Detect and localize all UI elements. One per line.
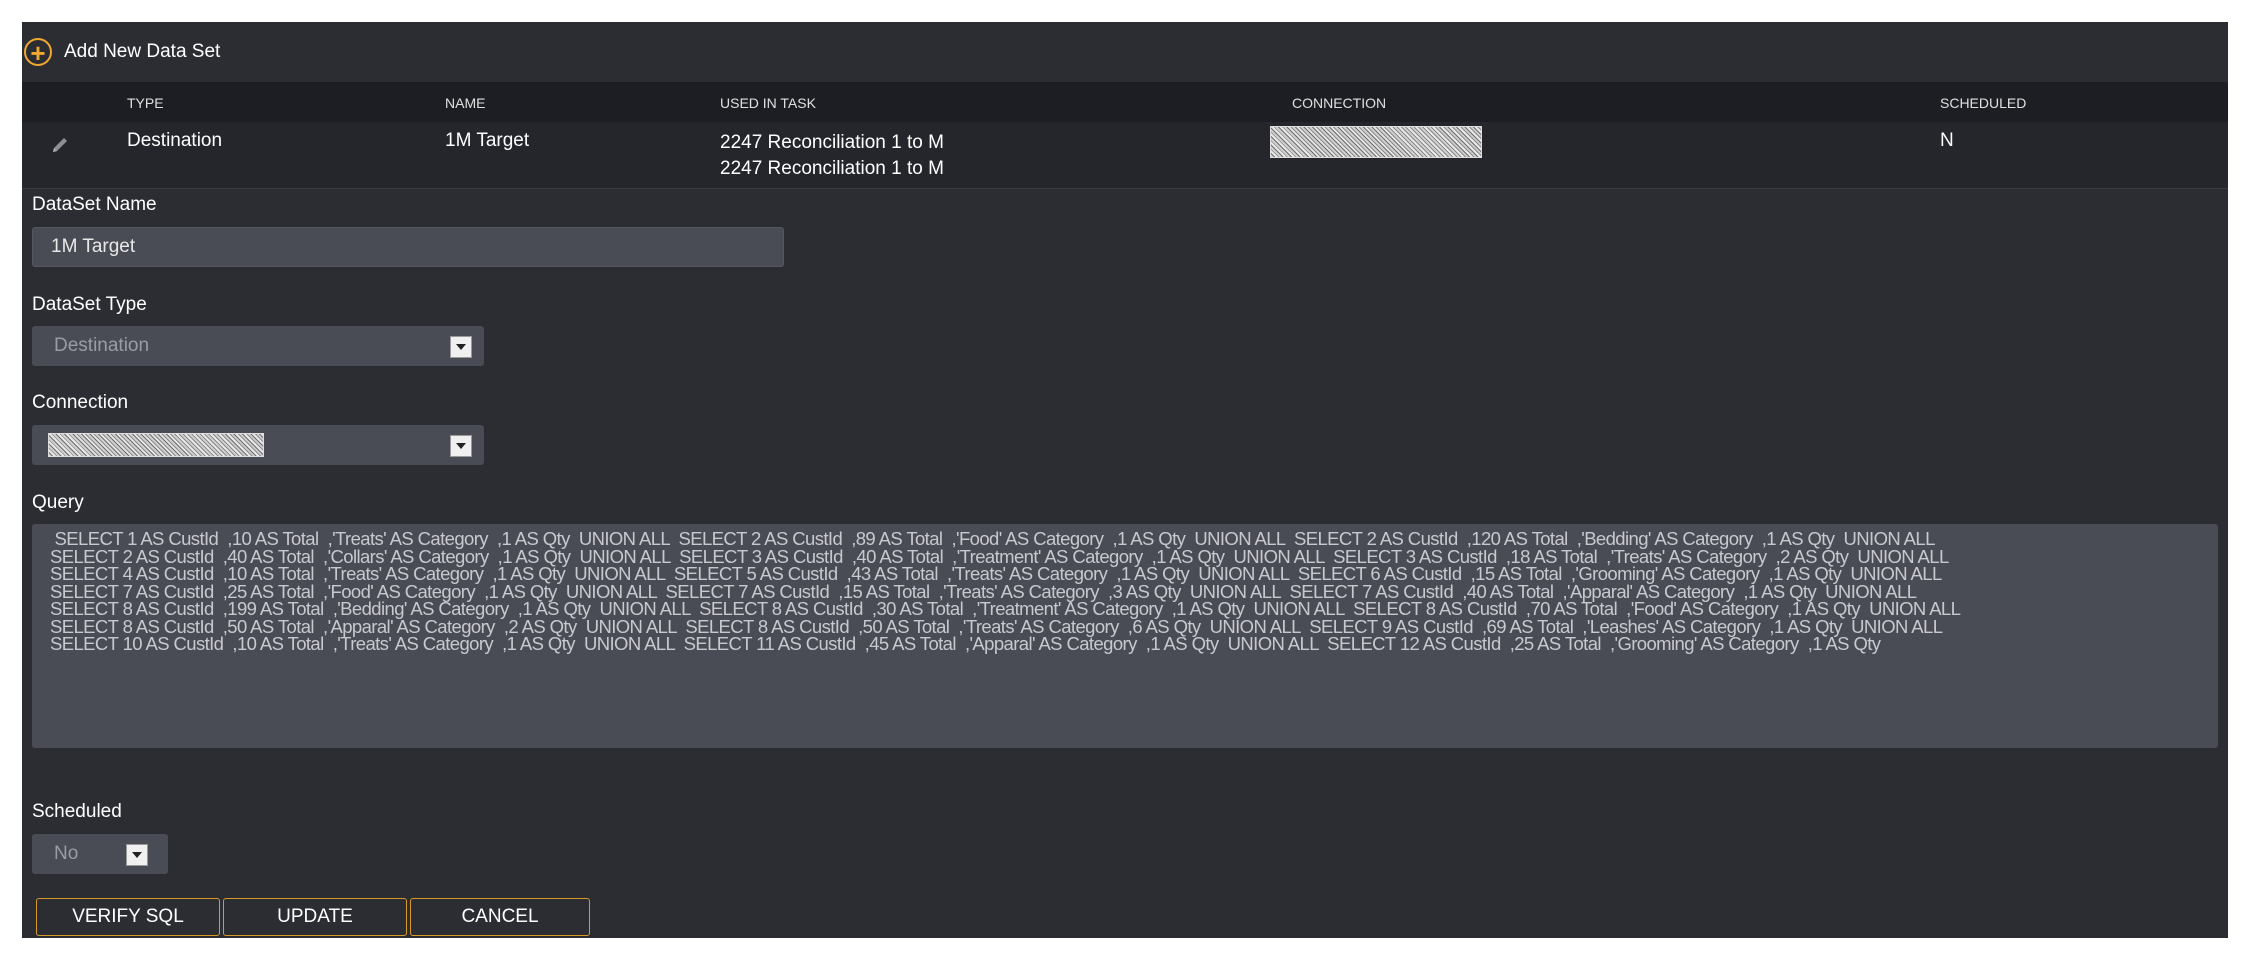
datasets-table: TYPE NAME USED IN TASK CONNECTION SCHEDU… (22, 82, 2228, 189)
panel-header: + Add New Data Set (22, 22, 2228, 82)
column-header-connection: CONNECTION (1292, 95, 1387, 111)
query-line: SELECT 4 AS CustId ,10 AS Total ,'Treats… (50, 563, 1942, 584)
query-line: SELECT 10 AS CustId ,10 AS Total ,'Treat… (50, 633, 1881, 654)
dataset-panel: + Add New Data Set TYPE NAME USED IN TAS… (22, 22, 2228, 938)
dataset-type-select[interactable]: Destination (32, 326, 484, 366)
table-row[interactable]: Destination 1M Target 2247 Reconciliatio… (22, 122, 2228, 189)
update-button[interactable]: UPDATE (223, 898, 407, 936)
scheduled-value: No (54, 843, 79, 864)
scheduled-select[interactable]: No (32, 834, 168, 874)
row-scheduled: N (1940, 130, 1954, 151)
plus-circle-icon: + (24, 38, 52, 66)
column-header-used-in-task: USED IN TASK (720, 95, 816, 111)
chevron-down-icon[interactable] (126, 844, 148, 866)
query-line: SELECT 8 AS CustId ,199 AS Total ,'Beddi… (50, 598, 1961, 619)
scheduled-label: Scheduled (32, 801, 122, 822)
row-used-in-task: 2247 Reconciliation 1 to M 2247 Reconcil… (720, 130, 944, 182)
row-name: 1M Target (445, 130, 530, 151)
query-textarea[interactable]: SELECT 1 AS CustId ,10 AS Total ,'Treats… (32, 524, 2218, 748)
redacted-connection-image (1270, 126, 1482, 158)
dataset-type-value: Destination (54, 335, 150, 356)
column-header-type: TYPE (127, 95, 164, 111)
task-line: 2247 Reconciliation 1 to M (720, 158, 944, 179)
verify-sql-button[interactable]: VERIFY SQL (36, 898, 220, 936)
connection-label: Connection (32, 392, 129, 413)
add-new-dataset-label: Add New Data Set (64, 41, 221, 62)
connection-select[interactable] (32, 425, 484, 465)
table-header: TYPE NAME USED IN TASK CONNECTION SCHEDU… (22, 82, 2228, 122)
column-header-name: NAME (445, 95, 486, 111)
column-header-scheduled: SCHEDULED (1940, 95, 2027, 111)
dataset-name-label: DataSet Name (32, 194, 157, 215)
query-label: Query (32, 492, 84, 513)
chevron-down-icon[interactable] (450, 336, 472, 358)
query-line: SELECT 1 AS CustId ,10 AS Total ,'Treats… (50, 528, 1936, 549)
row-type: Destination (127, 130, 223, 151)
dataset-type-label: DataSet Type (32, 294, 147, 315)
dataset-name-input[interactable]: 1M Target (32, 227, 784, 267)
chevron-down-icon[interactable] (450, 435, 472, 457)
add-new-dataset-button[interactable]: + Add New Data Set (24, 38, 220, 66)
pencil-icon[interactable] (49, 134, 71, 156)
cancel-button[interactable]: CANCEL (410, 898, 590, 936)
redacted-connection-value (48, 433, 264, 457)
task-line: 2247 Reconciliation 1 to M (720, 132, 944, 153)
